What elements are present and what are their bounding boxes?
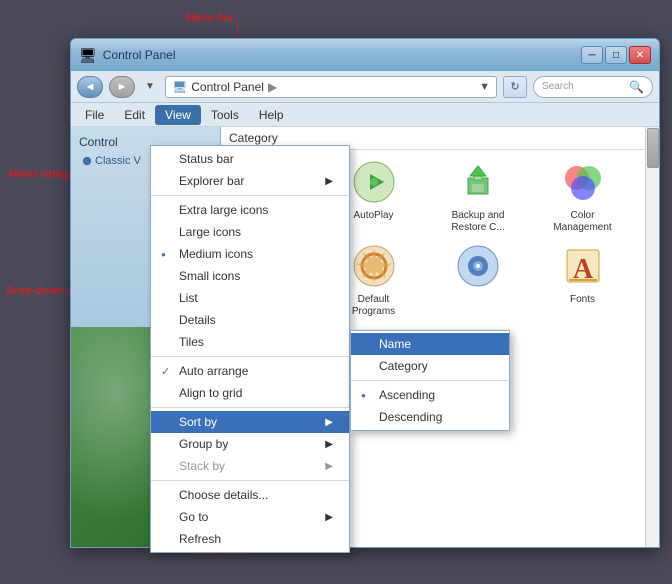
scrollbar-thumb[interactable] — [647, 128, 659, 168]
icon-fonts[interactable]: A Fonts — [543, 242, 623, 318]
separator-1 — [151, 195, 349, 196]
view-dropdown-menu: Status bar Explorer bar ▶ Extra large ic… — [150, 145, 350, 553]
menu-help[interactable]: Help — [249, 105, 294, 125]
backup-label: Backup andRestore C... — [451, 210, 504, 234]
sort-separator — [351, 380, 509, 381]
sort-descending[interactable]: Descending — [351, 406, 509, 428]
sort-category[interactable]: Category — [351, 355, 509, 377]
sort-submenu-arrow: ▶ — [325, 417, 333, 428]
minimize-button[interactable]: ─ — [581, 46, 603, 64]
goto-submenu-arrow: ▶ — [325, 512, 333, 523]
menu-status-bar[interactable]: Status bar — [151, 148, 349, 170]
menu-view[interactable]: View — [155, 105, 201, 125]
color-mgmt-icon — [559, 158, 607, 206]
close-button[interactable]: ✕ — [629, 46, 651, 64]
separator-4 — [151, 480, 349, 481]
menu-refresh[interactable]: Refresh — [151, 528, 349, 550]
search-placeholder: Search — [542, 81, 574, 92]
search-icon: 🔍 — [629, 80, 644, 94]
separator-2 — [151, 356, 349, 357]
menu-auto-arrange[interactable]: Auto arrange — [151, 360, 349, 382]
fonts-label: Fonts — [570, 294, 595, 306]
stack-submenu-arrow: ▶ — [325, 461, 333, 472]
menu-sort-by[interactable]: Sort by ▶ — [151, 411, 349, 433]
menu-align-grid[interactable]: Align to grid — [151, 382, 349, 404]
scrollbar-vertical[interactable] — [645, 127, 659, 547]
autoplay-label: AutoPlay — [353, 210, 393, 222]
separator-3 — [151, 407, 349, 408]
default-programs-label: DefaultPrograms — [352, 294, 395, 318]
menu-group-by[interactable]: Group by ▶ — [151, 433, 349, 455]
menu-stack-by[interactable]: Stack by ▶ — [151, 455, 349, 477]
forward-button[interactable]: ► — [109, 76, 135, 98]
menu-bar: File Edit View Tools Help — [71, 103, 659, 127]
autoplay-icon — [350, 158, 398, 206]
submenu-arrow: ▶ — [325, 176, 333, 187]
menu-tools[interactable]: Tools — [201, 105, 249, 125]
backup-icon — [454, 158, 502, 206]
sort-by-submenu: Name Category Ascending Descending — [350, 330, 510, 431]
icon-backup[interactable]: Backup andRestore C... — [438, 158, 518, 234]
fonts-icon: A — [559, 242, 607, 290]
menu-extra-large[interactable]: Extra large icons — [151, 199, 349, 221]
maximize-button[interactable]: □ — [605, 46, 627, 64]
bullet-icon — [83, 157, 91, 165]
menu-small-icons[interactable]: Small icons — [151, 265, 349, 287]
search-box[interactable]: Search 🔍 — [533, 76, 653, 98]
address-bar: ◄ ► ▼ 🖥 Control Panel ▶ ▼ ↻ Search 🔍 — [71, 71, 659, 103]
icon-color-mgmt[interactable]: ColorManagement — [543, 158, 623, 234]
menu-edit[interactable]: Edit — [114, 105, 155, 125]
menu-tiles[interactable]: Tiles — [151, 331, 349, 353]
menu-go-to[interactable]: Go to ▶ — [151, 506, 349, 528]
window-title: Control Panel — [103, 48, 176, 62]
menu-medium-icons[interactable]: Medium icons — [151, 243, 349, 265]
menu-large-icons[interactable]: Large icons — [151, 221, 349, 243]
default-programs-icon — [350, 242, 398, 290]
menu-choose-details[interactable]: Choose details... — [151, 484, 349, 506]
back-button[interactable]: ◄ — [77, 76, 103, 98]
menu-file[interactable]: File — [75, 105, 114, 125]
color-mgmt-label: ColorManagement — [553, 210, 611, 234]
menu-bar-annotation: Menu bar — [185, 12, 234, 24]
menu-explorer-bar[interactable]: Explorer bar ▶ — [151, 170, 349, 192]
icon-device[interactable] — [438, 242, 518, 318]
address-input[interactable]: 🖥 Control Panel ▶ ▼ — [165, 76, 497, 98]
menu-list[interactable]: List — [151, 287, 349, 309]
refresh-button[interactable]: ↻ — [503, 76, 527, 98]
device-icon — [454, 242, 502, 290]
title-bar: 🖥 Control Panel ─ □ ✕ — [71, 39, 659, 71]
menu-details[interactable]: Details — [151, 309, 349, 331]
sort-name[interactable]: Name — [351, 333, 509, 355]
group-submenu-arrow: ▶ — [325, 439, 333, 450]
sort-ascending[interactable]: Ascending — [351, 384, 509, 406]
